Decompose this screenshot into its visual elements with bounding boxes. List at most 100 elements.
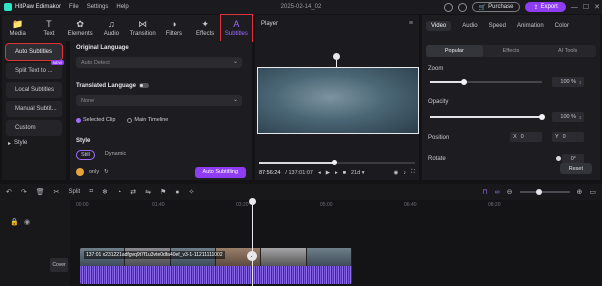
timeline-ruler[interactable]: 00:00 01:40 03:20 05:00 06:40 08:20	[70, 200, 602, 210]
eye-icon[interactable]: ◉	[24, 218, 30, 226]
total-time: / 137:01:07	[285, 169, 313, 176]
minimize-icon[interactable]: —	[571, 4, 578, 11]
sidebar-item-manual-subtitles[interactable]: Manual Subtit...	[6, 101, 62, 117]
original-language-select[interactable]: Auto Detect ⌄	[76, 57, 242, 68]
freeze-icon[interactable]: ❄	[102, 188, 108, 196]
close-icon[interactable]: ✕	[594, 3, 600, 11]
opacity-slider-knob[interactable]	[539, 114, 545, 120]
radio-main-timeline[interactable]: Main Timeline	[127, 117, 168, 123]
menu-file[interactable]: File	[69, 4, 79, 10]
style-still[interactable]: Still	[76, 150, 95, 160]
stop-icon[interactable]: ■	[343, 170, 346, 176]
tab-color[interactable]: Color	[555, 23, 569, 29]
track-headers: 🔒 ◉ Cover	[0, 200, 70, 286]
cover-button[interactable]: Cover	[50, 258, 68, 272]
translate-toggle[interactable]	[139, 83, 150, 88]
reverse-icon[interactable]: ⇄	[130, 188, 136, 196]
playhead[interactable]	[252, 200, 253, 286]
tab-transition[interactable]: ⋈ Transition	[127, 15, 158, 41]
style-tabs: Still Dynamic	[76, 150, 130, 160]
speed-select[interactable]: 21d ▾	[351, 170, 364, 176]
translated-language-select[interactable]: None ⌄	[76, 95, 242, 106]
subtab-effects[interactable]: Effects	[483, 45, 540, 57]
split-icon[interactable]: ✂	[54, 188, 60, 196]
sidebar-item-auto-subtitles[interactable]: Auto Subtitles	[5, 43, 63, 61]
tab-speed[interactable]: Speed	[489, 23, 506, 29]
marker-icon[interactable]: ⚑	[160, 188, 166, 196]
subtab-ai-tools[interactable]: AI Tools	[539, 45, 596, 57]
rotate-handle[interactable]	[333, 53, 340, 60]
tab-video[interactable]: Video	[426, 21, 452, 31]
link-icon[interactable]: ∞	[495, 189, 500, 196]
tab-text[interactable]: T Text	[33, 15, 64, 41]
tab-subtitles[interactable]: A Subtitles	[219, 14, 254, 42]
subtitle-sidebar: Auto Subtitles Split Text to ... NEW Loca…	[2, 41, 66, 180]
camera-icon[interactable]: ◉	[394, 170, 399, 176]
position-y-field[interactable]: Y 0	[552, 132, 584, 142]
zoom-slider-knob[interactable]	[460, 79, 467, 85]
tab-effects[interactable]: ✦ Effects	[190, 15, 221, 41]
play-icon[interactable]: ▶	[326, 170, 330, 176]
tab-media[interactable]: 📁 Media	[2, 15, 33, 41]
sidebar-item-split-text[interactable]: Split Text to ... NEW	[6, 60, 64, 79]
scope-radio-group: Selected Clip Main Timeline	[76, 117, 168, 123]
video-clip[interactable]: 137:01 x231221adfgvq9t7f1u3vte0dfa40ef_v…	[80, 248, 352, 284]
purchase-button[interactable]: 🛒 Purchase	[471, 2, 521, 12]
timeline-zoom-slider[interactable]	[519, 189, 570, 195]
account-icon[interactable]	[443, 2, 453, 12]
volume-icon[interactable]: ♪	[403, 170, 406, 176]
menu-settings[interactable]: Settings	[87, 4, 109, 10]
more-icon[interactable]: ≡	[409, 20, 413, 27]
tab-filters[interactable]: ◑ Filters	[158, 15, 189, 41]
prev-frame-icon[interactable]: ◂	[318, 170, 321, 176]
refresh-icon[interactable]: ↻	[104, 169, 109, 175]
maximize-icon[interactable]: ☐	[583, 3, 589, 11]
video-preview[interactable]	[257, 67, 419, 134]
zoom-value-field[interactable]: 100 % ⇕	[552, 77, 584, 87]
sidebar-item-custom[interactable]: Custom	[6, 120, 62, 136]
record-icon[interactable]: ●	[175, 189, 179, 196]
reset-button[interactable]: Reset	[559, 163, 592, 174]
player-progress-bar[interactable]	[259, 160, 415, 165]
lock-icon[interactable]: 🔒	[10, 218, 19, 226]
notification-icon[interactable]	[457, 2, 467, 12]
ai-tool-icon[interactable]: ✧	[189, 188, 195, 196]
auto-subtitling-button[interactable]: Auto Subtitling	[194, 166, 246, 178]
timeline-area[interactable]: 00:00 01:40 03:20 05:00 06:40 08:20 137:…	[70, 198, 602, 286]
style-dynamic[interactable]: Dynamic	[101, 150, 130, 160]
progress-knob[interactable]	[331, 160, 337, 165]
crop-icon[interactable]: ⌗	[89, 188, 93, 196]
radio-dot	[76, 117, 81, 123]
radio-selected-clip[interactable]: Selected Clip	[76, 117, 115, 123]
tab-animation[interactable]: Animation	[517, 23, 544, 29]
tab-elements[interactable]: ✿ Elements	[65, 15, 96, 41]
split-label[interactable]: Split	[69, 189, 81, 195]
rotate-dial[interactable]	[556, 156, 561, 161]
clip-label: 137:01 x231221adfgvq9t7f1u3vte0dfa40ef_v…	[84, 251, 225, 259]
export-button[interactable]: ⇪ Export	[525, 2, 566, 12]
fit-icon[interactable]: ▭	[589, 188, 596, 196]
next-frame-icon[interactable]: ▸	[335, 170, 338, 176]
filters-icon: ◑	[171, 18, 177, 29]
zoom-out-icon[interactable]: ⊖	[507, 188, 513, 196]
undo-icon[interactable]: ↶	[6, 188, 12, 196]
playhead-handle[interactable]	[249, 198, 256, 205]
tab-audio[interactable]: ♫ Audio	[96, 15, 127, 41]
x-value: 0	[520, 134, 524, 140]
fullscreen-icon[interactable]: ⛶	[411, 169, 415, 176]
delete-icon[interactable]: 🗑	[36, 188, 45, 196]
subtab-popular[interactable]: Popular	[426, 45, 483, 57]
opacity-value-field[interactable]: 100 % ⇕	[552, 112, 584, 122]
redo-icon[interactable]: ↷	[21, 188, 27, 196]
speed-icon[interactable]: ◔	[117, 189, 121, 196]
opacity-slider[interactable]	[430, 114, 545, 120]
sidebar-item-local-subtitles[interactable]: Local Subtitles	[6, 82, 62, 98]
position-x-field[interactable]: X 0	[510, 132, 542, 142]
sidebar-style-group[interactable]: ▸ Style	[8, 140, 60, 147]
mirror-icon[interactable]: ⇋	[145, 188, 151, 196]
tab-audio[interactable]: Audio	[462, 23, 477, 29]
magnet-icon[interactable]: ⊓	[482, 188, 487, 196]
zoom-in-icon[interactable]: ⊕	[577, 188, 583, 196]
menu-help[interactable]: Help	[116, 4, 128, 10]
zoom-slider[interactable]	[430, 79, 542, 85]
